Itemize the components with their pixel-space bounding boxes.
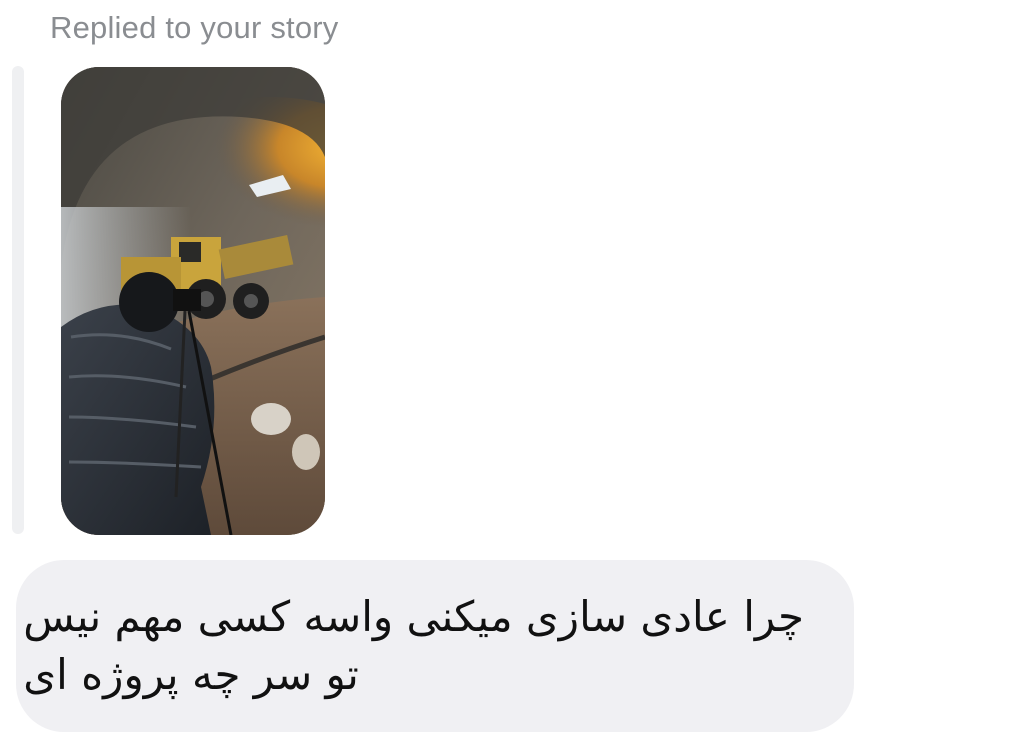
message-bubble[interactable]: چرا عادی سازی میکنی واسه کسی مهم نیس تو …: [16, 560, 854, 732]
story-thumbnail[interactable]: [61, 67, 325, 535]
reply-indicator-bar: [12, 66, 24, 534]
story-photo: [61, 67, 325, 535]
replied-to-story-label: Replied to your story: [50, 10, 339, 45]
message-text: چرا عادی سازی میکنی واسه کسی مهم نیس تو …: [23, 592, 804, 699]
